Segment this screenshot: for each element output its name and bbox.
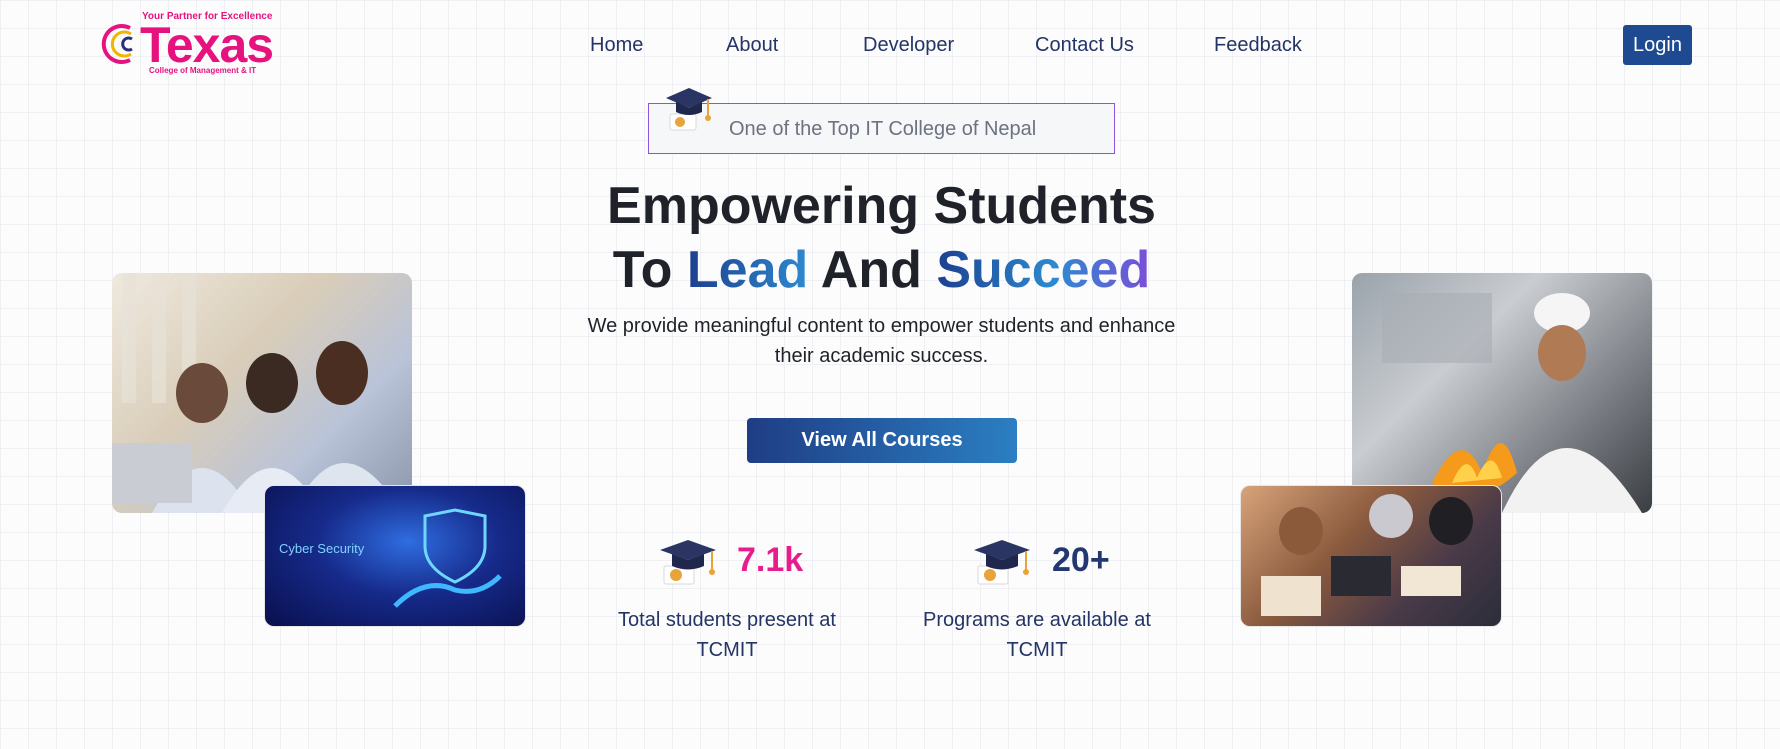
nav-about[interactable]: About: [726, 34, 778, 57]
programs-description: Programs are available at TCMIT: [923, 609, 1151, 661]
shield-icon: [393, 508, 502, 608]
chef-photo: [1352, 273, 1652, 513]
graduation-cap-icon: [666, 88, 712, 131]
nav-developer[interactable]: Developer: [863, 34, 954, 57]
students-photo: [112, 273, 412, 513]
cyber-security-image: Cyber Security: [264, 485, 526, 627]
cyber-security-label: Cyber Security: [279, 541, 365, 556]
login-button[interactable]: Login: [1623, 25, 1692, 65]
logo-name: Texas: [140, 17, 274, 73]
hero-highlight-lead: Lead: [686, 241, 809, 299]
logo-subtitle: College of Management & IT: [149, 66, 257, 75]
graduation-cap-icon: [974, 540, 1030, 585]
nav-feedback[interactable]: Feedback: [1214, 34, 1302, 57]
top-college-badge: One of the Top IT College of Nepal: [648, 103, 1115, 154]
logo-swirl-icon: [101, 24, 133, 64]
badge-text: One of the Top IT College of Nepal: [729, 118, 1037, 140]
programs-count: 20+: [1052, 541, 1110, 579]
hero-title-line1: Empowering Students: [607, 177, 1156, 235]
studying-students-illustration: [1240, 485, 1502, 627]
hero-title-text-and: And: [808, 241, 937, 299]
students-description: Total students present at TCMIT: [618, 609, 836, 661]
hero-title-text: To: [612, 241, 687, 299]
logo[interactable]: Your Partner for Excellence Texas Colleg…: [100, 8, 274, 80]
nav-contact-us[interactable]: Contact Us: [1035, 34, 1134, 57]
view-all-courses-button[interactable]: View All Courses: [747, 418, 1017, 463]
nav-home[interactable]: Home: [590, 34, 643, 57]
students-count: 7.1k: [737, 541, 804, 579]
graduation-cap-icon: [660, 540, 716, 585]
hero-highlight-succeed: Succeed: [936, 241, 1151, 299]
hero-description: We provide meaningful content to empower…: [587, 315, 1176, 367]
